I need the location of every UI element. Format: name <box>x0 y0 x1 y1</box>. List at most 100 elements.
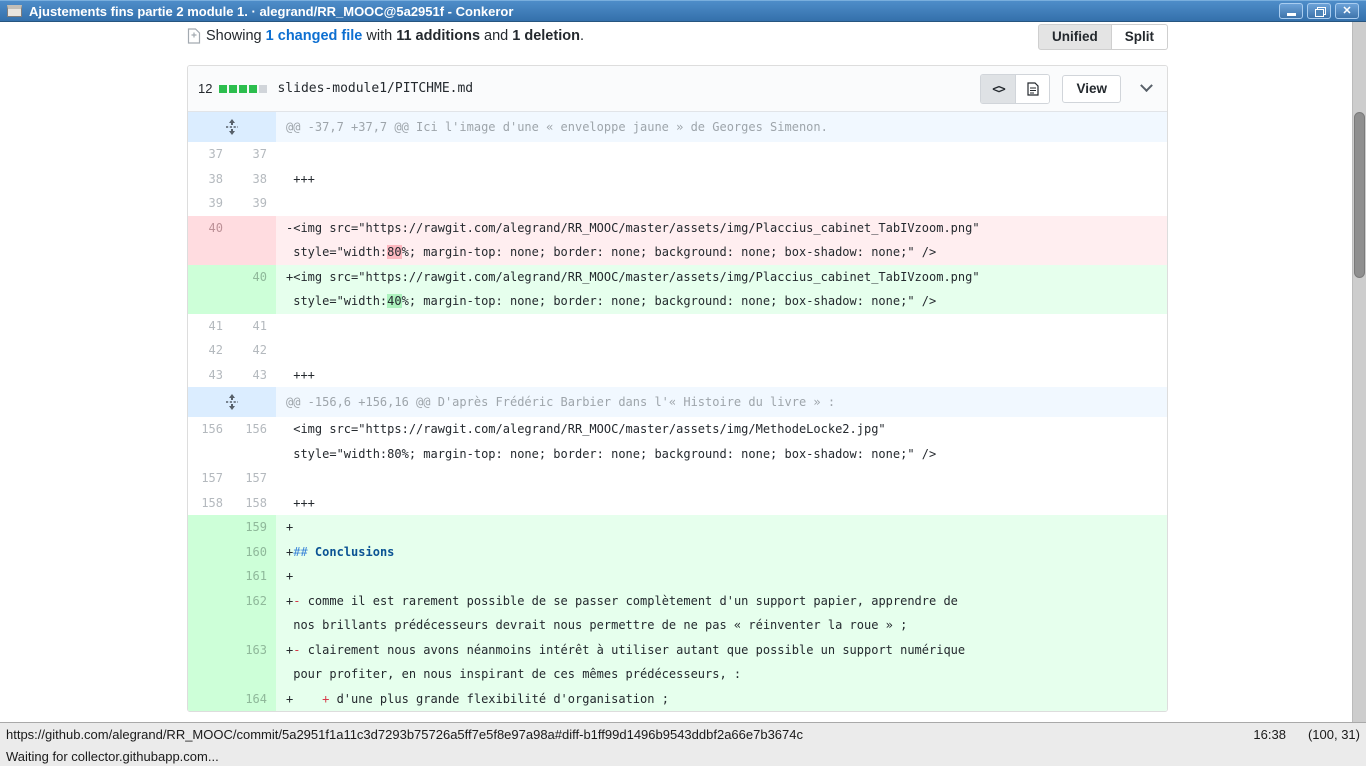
code-cell: +- clairement nous avons néanmoins intér… <box>276 638 1167 687</box>
window-icon <box>7 5 22 17</box>
changed-files-summary: Showing 1 changed file with 11 additions… <box>187 24 584 44</box>
old-line-number[interactable]: 158 <box>188 491 232 516</box>
new-line-number[interactable]: 41 <box>232 314 276 339</box>
new-line-number[interactable]: 156 <box>232 417 276 466</box>
split-view-button[interactable]: Split <box>1112 24 1168 50</box>
scrollbar-thumb[interactable] <box>1354 112 1365 278</box>
new-line-number[interactable]: 39 <box>232 191 276 216</box>
summary-prefix: Showing <box>206 28 266 44</box>
new-line-number[interactable]: 40 <box>232 265 276 314</box>
old-line-number[interactable]: 39 <box>188 191 232 216</box>
old-line-number[interactable] <box>188 540 232 565</box>
vertical-scrollbar[interactable] <box>1352 22 1366 722</box>
new-line-number[interactable]: 160 <box>232 540 276 565</box>
new-line-number[interactable]: 163 <box>232 638 276 687</box>
restore-button[interactable] <box>1307 3 1331 19</box>
status-bar: https://github.com/alegrand/RR_MOOC/comm… <box>0 722 1366 766</box>
summary-mid2: and <box>480 28 512 44</box>
code-cell: +++ <box>276 167 1167 192</box>
old-line-number[interactable]: 156 <box>188 417 232 466</box>
new-line-number[interactable]: 164 <box>232 687 276 712</box>
code-token-hl-add: 40 <box>387 294 401 308</box>
source-view-button[interactable]: <> <box>981 75 1015 103</box>
diffstat-block-neutral <box>259 85 267 93</box>
window-controls: ✕ <box>1279 3 1359 19</box>
old-line-number[interactable] <box>188 589 232 638</box>
code-line: + + d'une plus grande flexibilité d'orga… <box>286 687 1167 712</box>
diff-toolbar: Showing 1 changed file with 11 additions… <box>187 22 1168 65</box>
code-token-md-hash: ## <box>293 545 307 559</box>
code-line: style="width:80%; margin-top: none; bord… <box>286 240 1167 265</box>
code-icon: <> <box>992 82 1004 96</box>
old-line-number[interactable]: 40 <box>188 216 232 265</box>
rendered-view-button[interactable] <box>1015 75 1049 103</box>
old-line-number[interactable] <box>188 564 232 589</box>
new-line-number[interactable]: 42 <box>232 338 276 363</box>
status-line-url: https://github.com/alegrand/RR_MOOC/comm… <box>0 723 1366 745</box>
new-line-number[interactable]: 161 <box>232 564 276 589</box>
window-titlebar: Ajustements fins partie 2 module 1. · al… <box>0 0 1366 22</box>
restore-icon <box>1315 7 1324 15</box>
old-line-number[interactable] <box>188 515 232 540</box>
new-line-number[interactable]: 37 <box>232 142 276 167</box>
diff-table: @@ -37,7 +37,7 @@ Ici l'image d'une « en… <box>188 112 1167 711</box>
diff-view-toggle: Unified Split <box>1038 24 1168 50</box>
file-header-actions: <> View <box>980 74 1157 104</box>
diff-line-context: 156156 <img src="https://rawgit.com/aleg… <box>188 417 1167 466</box>
hunk-header-text: @@ -156,6 +156,16 @@ D'après Frédéric Ba… <box>276 387 1167 417</box>
summary-suffix: . <box>580 28 584 44</box>
new-line-number[interactable]: 162 <box>232 589 276 638</box>
expand-hunk-button[interactable] <box>188 387 276 417</box>
code-line: +- clairement nous avons néanmoins intér… <box>286 638 1167 663</box>
old-line-number[interactable]: 38 <box>188 167 232 192</box>
code-line <box>286 338 1167 363</box>
unified-view-button[interactable]: Unified <box>1038 24 1112 50</box>
expand-hunk-button[interactable] <box>188 112 276 142</box>
old-line-number[interactable]: 157 <box>188 466 232 491</box>
code-cell <box>276 338 1167 363</box>
diff-line-add: 161+ <box>188 564 1167 589</box>
old-line-number[interactable] <box>188 687 232 712</box>
file-options-button[interactable] <box>1135 78 1157 100</box>
diffstat-block-added <box>249 85 257 93</box>
changed-file-link[interactable]: 1 changed file <box>266 28 363 44</box>
code-token-hl-del: 80 <box>387 245 401 259</box>
code-line <box>286 314 1167 339</box>
code-line: pour profiter, en nous inspirant de ces … <box>286 662 1167 687</box>
old-line-number[interactable] <box>188 265 232 314</box>
code-cell: +<img src="https://rawgit.com/alegrand/R… <box>276 265 1167 314</box>
diff-line-add: 162 +- comme il est rarement possible de … <box>188 589 1167 638</box>
new-line-number[interactable] <box>232 216 276 265</box>
old-line-number[interactable]: 41 <box>188 314 232 339</box>
new-line-number[interactable]: 159 <box>232 515 276 540</box>
diff-line-context: 3838 +++ <box>188 167 1167 192</box>
diffstat-block-added <box>219 85 227 93</box>
new-line-number[interactable]: 38 <box>232 167 276 192</box>
minimize-button[interactable] <box>1279 3 1303 19</box>
old-line-number[interactable] <box>188 638 232 687</box>
old-line-number[interactable]: 42 <box>188 338 232 363</box>
new-line-number[interactable]: 43 <box>232 363 276 388</box>
old-line-number[interactable]: 37 <box>188 142 232 167</box>
status-clock: 16:38 <box>1253 727 1286 742</box>
code-line: +<img src="https://rawgit.com/alegrand/R… <box>286 265 1167 290</box>
code-line: style="width:40%; margin-top: none; bord… <box>286 289 1167 314</box>
code-line: +- comme il est rarement possible de se … <box>286 589 1167 614</box>
file-path-link[interactable]: slides-module1/PITCHME.md <box>277 81 980 96</box>
diff-line-context: 3737 <box>188 142 1167 167</box>
diff-line-context: 4141 <box>188 314 1167 339</box>
new-line-number[interactable]: 158 <box>232 491 276 516</box>
code-cell: + + d'une plus grande flexibilité d'orga… <box>276 687 1167 712</box>
summary-mid1: with <box>362 28 396 44</box>
view-file-button[interactable]: View <box>1062 75 1121 103</box>
close-button[interactable]: ✕ <box>1335 3 1359 19</box>
status-url: https://github.com/alegrand/RR_MOOC/comm… <box>6 727 1243 742</box>
diff-line-add: 164 + + d'une plus grande flexibilité d'o… <box>188 687 1167 712</box>
new-line-number[interactable]: 157 <box>232 466 276 491</box>
code-cell: -<img src="https://rawgit.com/alegrand/R… <box>276 216 1167 265</box>
diff-line-context: 3939 <box>188 191 1167 216</box>
old-line-number[interactable]: 43 <box>188 363 232 388</box>
code-line: -<img src="https://rawgit.com/alegrand/R… <box>286 216 1167 241</box>
browser-viewport: Showing 1 changed file with 11 additions… <box>0 22 1366 722</box>
diff-line-context: 157157 <box>188 466 1167 491</box>
